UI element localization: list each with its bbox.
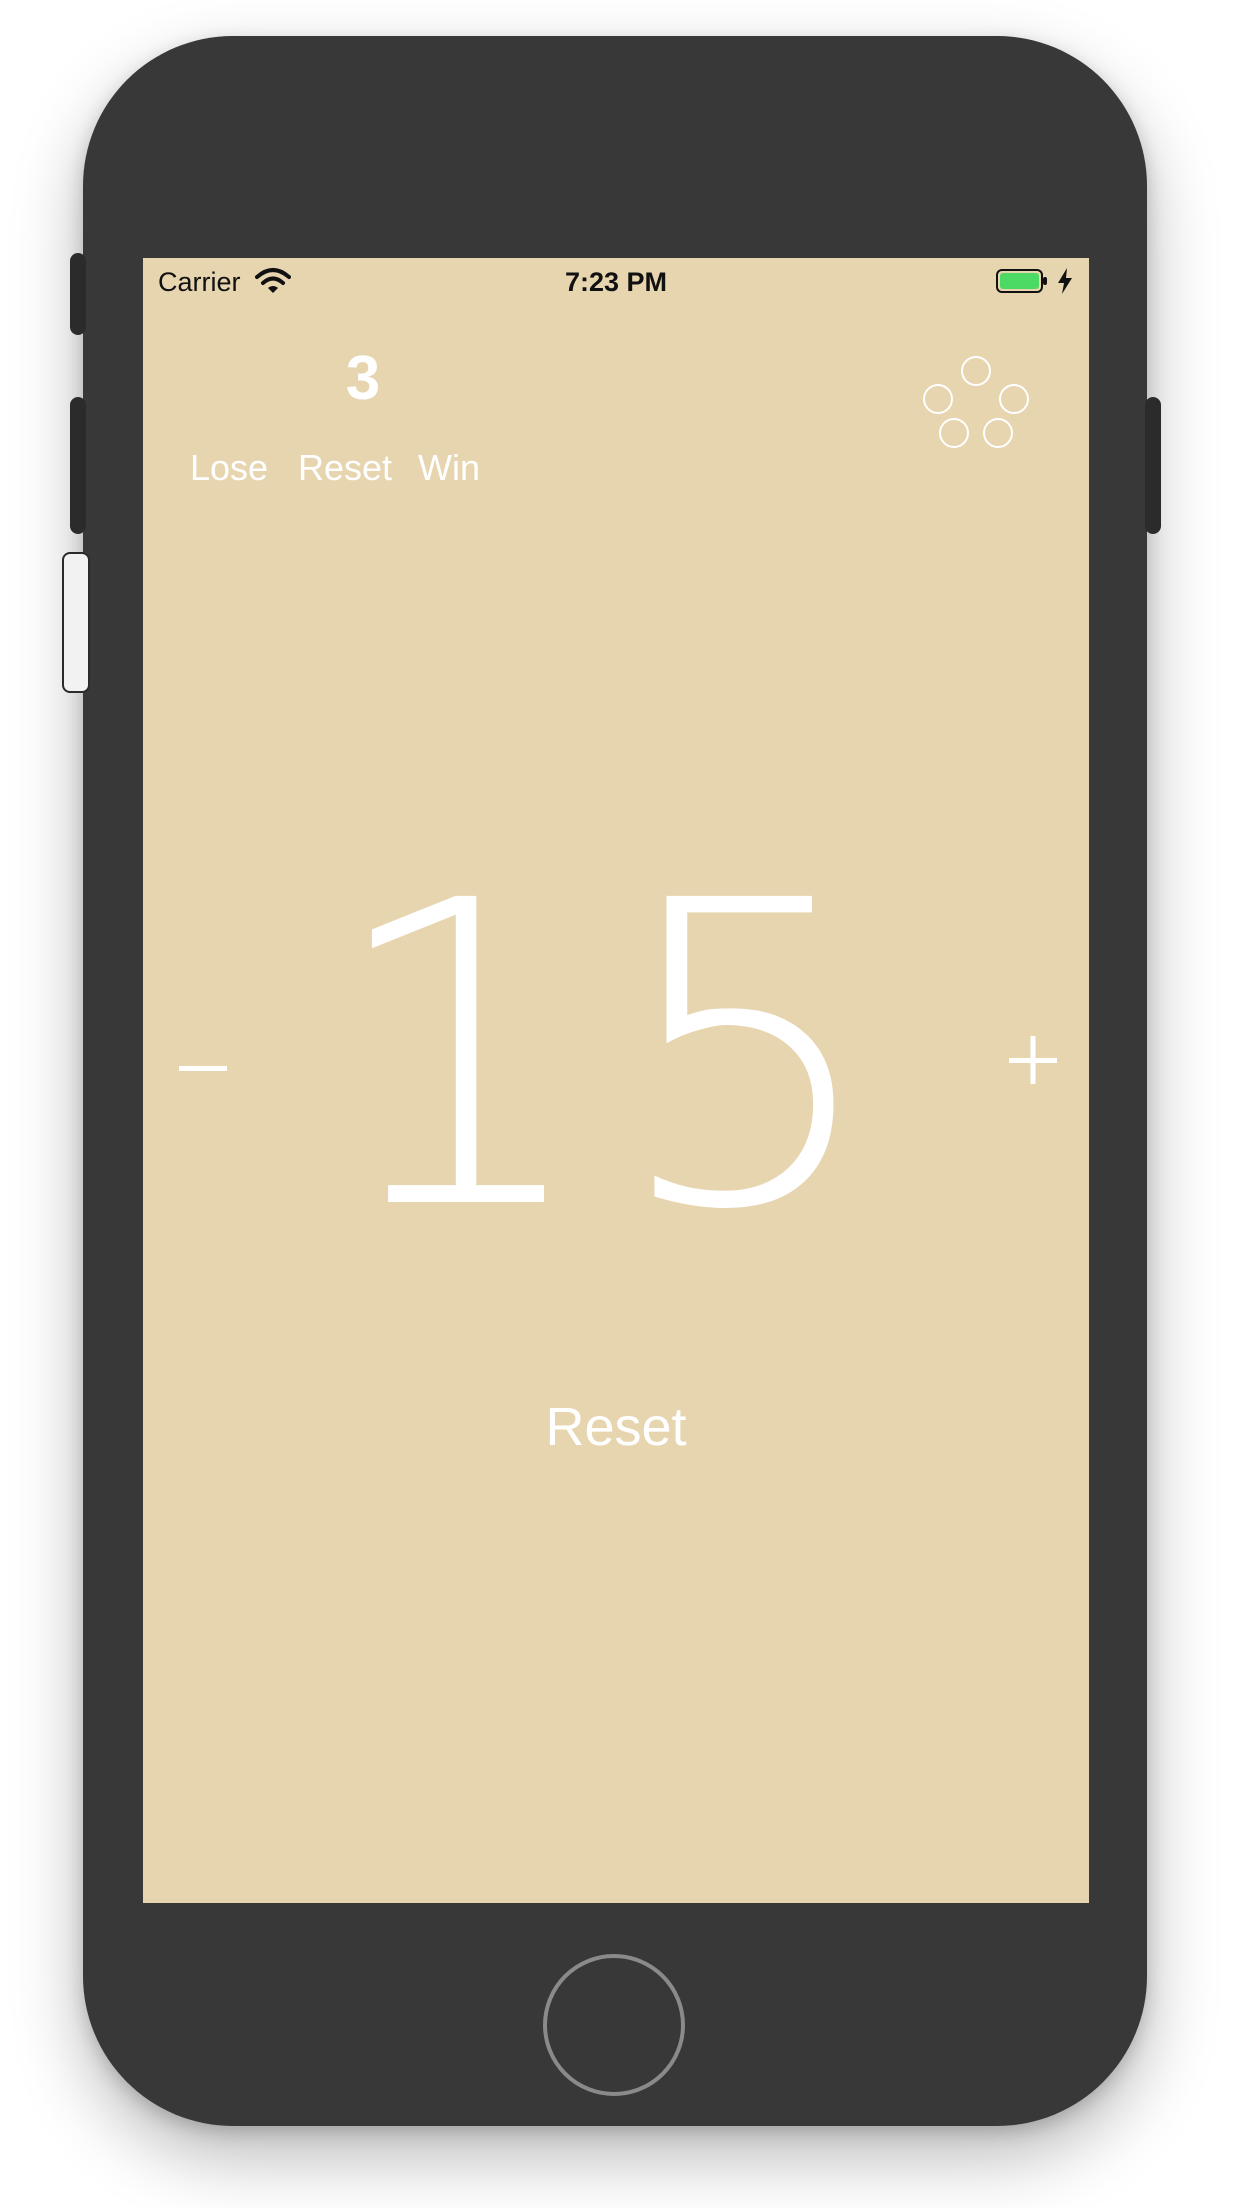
reset-counter-button[interactable]: Reset [143,1400,1089,1454]
lose-button[interactable]: Lose [190,450,268,486]
power-button [1145,397,1161,534]
score-value: 3 [345,344,381,413]
home-button[interactable] [543,1954,685,2096]
win-button[interactable]: Win [418,450,480,486]
reset-score-button[interactable]: Reset [298,450,392,486]
five-circles-icon[interactable] [921,353,1031,453]
minus-icon[interactable] [173,1038,233,1098]
volume-up-button [70,397,86,534]
mute-switch [70,253,86,335]
status-bar: Carrier 7:23 PM [143,258,1089,306]
counter-value: 15 [325,813,901,1302]
lightning-bolt-icon [1058,268,1072,294]
volume-down-button [62,552,90,693]
battery-icon [996,269,1047,293]
plus-icon[interactable] [1001,1028,1065,1092]
app-screen: Carrier 7:23 PM 3 Lose Reset Win 15 Rese… [143,258,1089,1903]
clock: 7:23 PM [564,267,668,297]
